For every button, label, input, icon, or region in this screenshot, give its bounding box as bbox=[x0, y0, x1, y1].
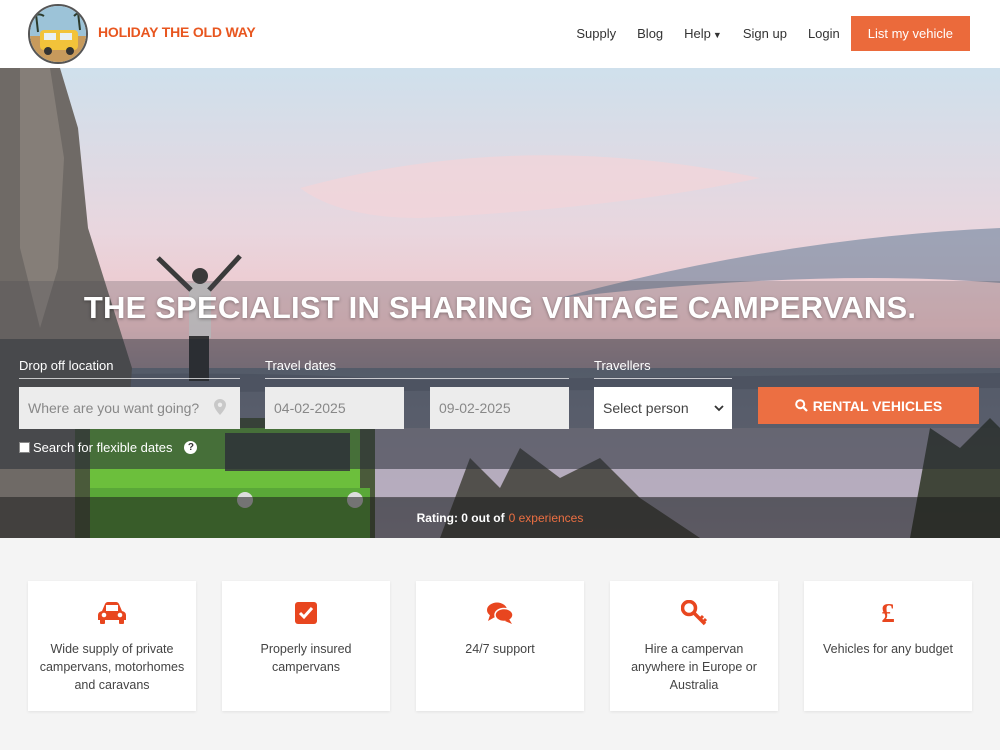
location-input[interactable]: Where are you want going? bbox=[19, 387, 240, 429]
dates-label: Travel dates bbox=[265, 358, 337, 373]
feature-card: 24/7 support bbox=[416, 581, 584, 711]
feature-card: Properly insured campervans bbox=[222, 581, 390, 711]
comments-icon bbox=[487, 602, 514, 624]
date-from-value: 04-02-2025 bbox=[274, 400, 346, 416]
flexible-dates-option: Search for flexible dates ? bbox=[19, 440, 198, 455]
feature-text: Hire a campervan anywhere in Europe or A… bbox=[631, 642, 757, 692]
nav-signup[interactable]: Sign up bbox=[743, 26, 787, 41]
nav-login[interactable]: Login bbox=[808, 26, 840, 41]
search-icon bbox=[794, 399, 808, 412]
pound-icon: £ bbox=[881, 597, 895, 628]
rating-summary: Rating: 0 out of 0 experiences bbox=[0, 511, 1000, 525]
feature-card: Wide supply of private campervans, motor… bbox=[28, 581, 196, 711]
date-to-input[interactable]: 09-02-2025 bbox=[430, 387, 569, 429]
flexible-dates-checkbox[interactable] bbox=[19, 442, 30, 453]
key-icon bbox=[681, 600, 707, 626]
travellers-label: Travellers bbox=[594, 358, 651, 373]
feature-text: Vehicles for any budget bbox=[823, 642, 953, 656]
dates-label-rule bbox=[265, 378, 569, 379]
site-header: HOLIDAY THE OLD WAY Supply Blog Help ▼ Si… bbox=[0, 0, 1000, 68]
hero-headline: THE SPECIALIST IN SHARING VINTAGE CAMPER… bbox=[83, 290, 917, 325]
rental-vehicles-search-button[interactable]: RENTAL VEHICLES bbox=[758, 387, 979, 424]
feature-card: £ Vehicles for any budget bbox=[804, 581, 972, 711]
rating-text: Rating: 0 out of bbox=[416, 511, 505, 525]
feature-text: Properly insured campervans bbox=[260, 642, 352, 674]
nav-blog[interactable]: Blog bbox=[637, 26, 663, 41]
brand-name[interactable]: HOLIDAY THE OLD WAY bbox=[98, 24, 256, 40]
nav-help-label: Help bbox=[684, 26, 711, 41]
car-icon bbox=[98, 602, 126, 624]
travellers-select[interactable]: Select person bbox=[594, 387, 732, 429]
location-placeholder: Where are you want going? bbox=[28, 400, 200, 416]
main-nav: Supply Blog Help ▼ Sign up Login List my … bbox=[555, 16, 970, 51]
nav-help[interactable]: Help ▼ bbox=[684, 26, 722, 41]
travellers-label-rule bbox=[594, 378, 732, 379]
location-label: Drop off location bbox=[19, 358, 114, 373]
feature-text: 24/7 support bbox=[465, 642, 535, 656]
feature-text: Wide supply of private campervans, motor… bbox=[39, 642, 185, 692]
search-button-label: RENTAL VEHICLES bbox=[812, 397, 943, 414]
chevron-down-icon bbox=[714, 404, 724, 411]
hero-section: THE SPECIALIST IN SHARING VINTAGE CAMPER… bbox=[0, 68, 1000, 538]
flexible-dates-label[interactable]: Search for flexible dates bbox=[33, 440, 172, 455]
feature-card: Hire a campervan anywhere in Europe or A… bbox=[610, 581, 778, 711]
caret-down-icon: ▼ bbox=[712, 30, 722, 40]
logo[interactable] bbox=[28, 4, 88, 64]
experiences-link[interactable]: 0 experiences bbox=[509, 511, 584, 525]
travellers-value: Select person bbox=[603, 400, 689, 416]
date-to-value: 09-02-2025 bbox=[439, 400, 511, 416]
nav-supply[interactable]: Supply bbox=[576, 26, 616, 41]
check-square-icon bbox=[295, 602, 317, 624]
date-from-input[interactable]: 04-02-2025 bbox=[265, 387, 404, 429]
map-marker-icon bbox=[214, 399, 226, 415]
question-circle-icon[interactable]: ? bbox=[184, 441, 198, 454]
location-label-rule bbox=[19, 378, 240, 379]
list-vehicle-button[interactable]: List my vehicle bbox=[850, 16, 970, 51]
